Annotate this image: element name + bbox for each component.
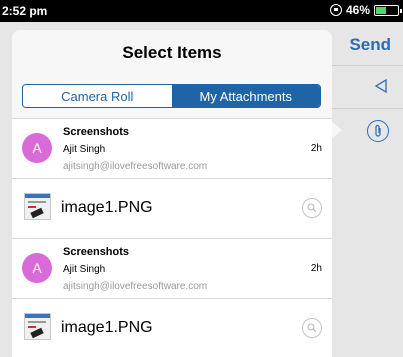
status-bar: 2:52 pm 46% (0, 0, 403, 22)
email-address: ajitsingh@ilovefreesoftware.com (63, 161, 208, 172)
email-address: ajitsingh@ilovefreesoftware.com (63, 281, 208, 292)
send-button[interactable]: Send (349, 35, 391, 55)
popover-title: Select Items (122, 43, 222, 62)
battery-tip (400, 8, 402, 13)
search-icon (307, 203, 317, 213)
email-sender: Ajit Singh (63, 264, 106, 275)
source-segmented-control: Camera Roll My Attachments (22, 84, 321, 108)
avatar: A (22, 133, 52, 163)
tab-my-attachments[interactable]: My Attachments (171, 85, 320, 107)
tab-camera-roll[interactable]: Camera Roll (23, 85, 172, 107)
paperclip-icon (375, 124, 381, 137)
file-list-item[interactable]: image1.PNG (12, 178, 332, 238)
battery-level (376, 6, 386, 14)
email-time: 2h (310, 263, 322, 274)
avatar: A (22, 253, 52, 283)
status-right: 46% (329, 3, 402, 17)
email-list-item[interactable]: A Screenshots Ajit Singh ajitsingh@ilove… (12, 118, 332, 178)
attachment-list: A Screenshots Ajit Singh ajitsingh@ilove… (12, 118, 332, 357)
status-time: 2:52 pm (2, 4, 48, 18)
email-subject: Screenshots (63, 246, 130, 258)
email-time: 2h (310, 143, 322, 154)
email-list-item[interactable]: A Screenshots Ajit Singh ajitsingh@ilove… (12, 238, 332, 298)
collapse-triangle-icon[interactable] (375, 79, 387, 93)
orientation-lock-icon (329, 4, 342, 16)
preview-magnifier-icon[interactable] (302, 318, 322, 338)
email-sender: Ajit Singh (63, 144, 106, 155)
select-items-popover: Select Items Camera Roll My Attachments … (12, 30, 332, 357)
file-name: image1.PNG (61, 319, 153, 336)
file-name: image1.PNG (61, 199, 153, 216)
divider (330, 65, 403, 66)
image-thumbnail (24, 313, 51, 340)
battery-icon (374, 4, 402, 16)
image-thumbnail (24, 193, 51, 220)
email-subject: Screenshots (63, 126, 130, 138)
battery-percent: 46% (345, 3, 370, 17)
divider (330, 108, 403, 109)
attachment-icon[interactable] (367, 120, 389, 142)
search-icon (307, 323, 317, 333)
file-list-item[interactable]: image1.PNG (12, 298, 332, 357)
preview-magnifier-icon[interactable] (302, 198, 322, 218)
